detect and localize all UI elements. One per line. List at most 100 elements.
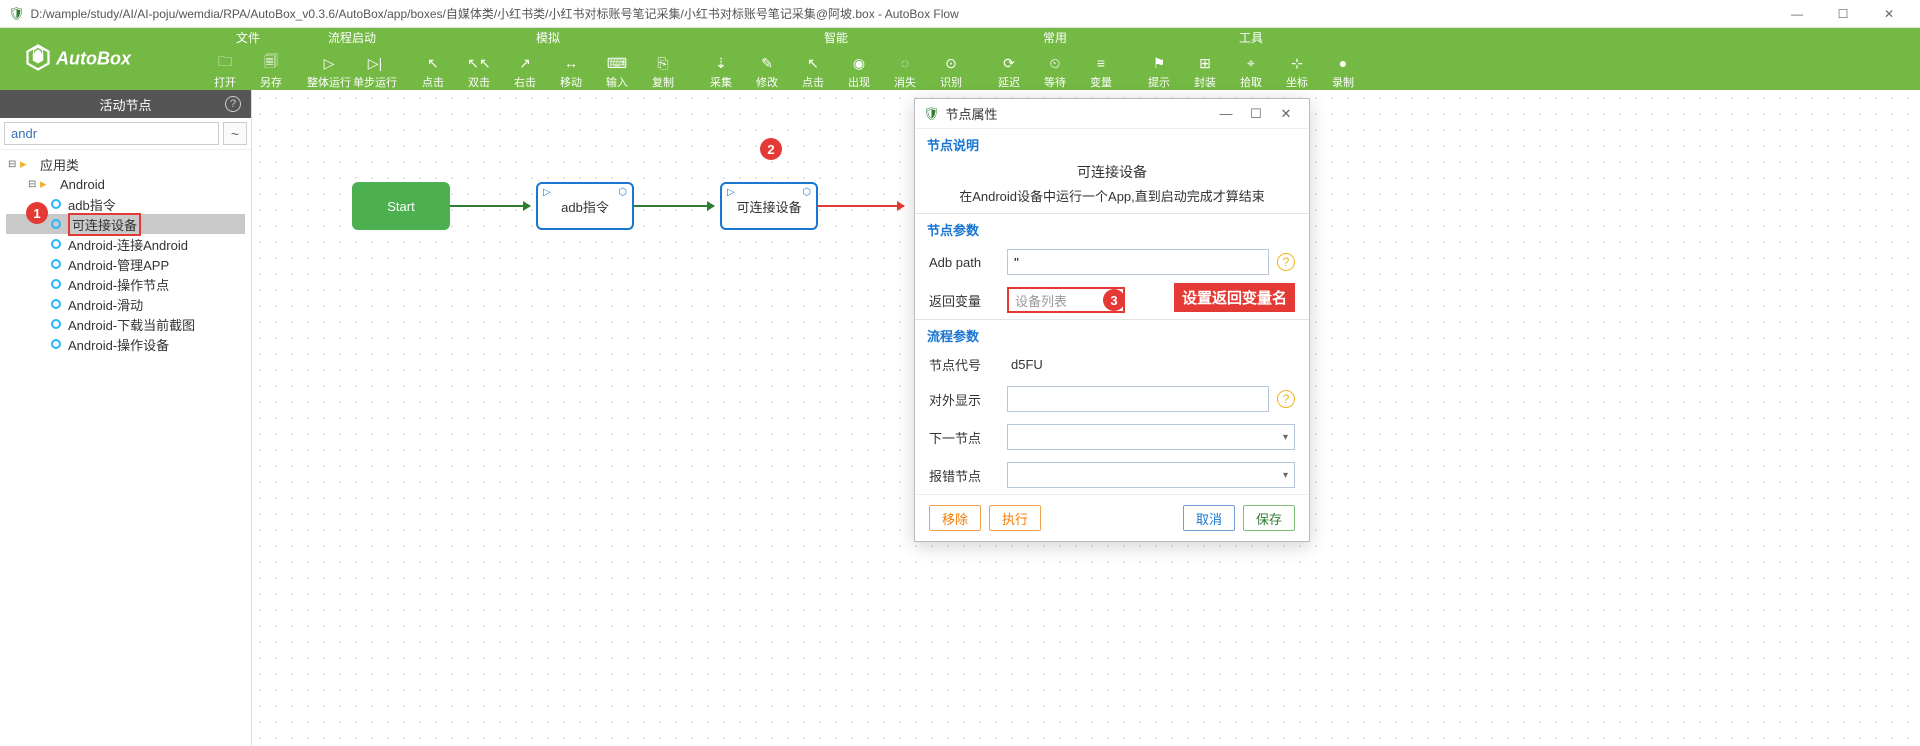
panel-node-name: 可连接设备 [915,158,1309,184]
tree-item-label: Android-管理APP [68,255,169,274]
toolbar-button-录制[interactable]: ●录制 [1320,48,1366,90]
toolbar-group-label: 文件 [202,28,294,48]
help-icon[interactable]: ? [1277,253,1295,271]
toolbar-button-打开[interactable]: 🗀打开 [202,48,248,90]
execute-button[interactable]: 执行 [989,505,1041,531]
adb-path-input[interactable] [1007,249,1269,275]
help-icon[interactable]: ? [225,96,241,112]
toolbar-button-识别[interactable]: ⊙识别 [928,48,974,90]
shield-icon: 🛡 [923,106,940,122]
toolbar-button-提示[interactable]: ⚑提示 [1136,48,1182,90]
panel-maximize-button[interactable]: ☐ [1241,106,1271,122]
sidebar-search: ~ [0,118,251,150]
toolbar-button-移动[interactable]: ↔移动 [548,48,594,90]
error-node-combo[interactable]: ▾ [1007,462,1295,488]
toolbar-button-label: 提示 [1148,74,1170,90]
section-heading-desc: 节点说明 [915,129,1309,158]
collapse-icon[interactable]: ⊟ [28,179,40,190]
toolbar-button-点击[interactable]: ↖点击 [410,48,456,90]
node-adb[interactable]: ▷ ⬡ adb指令 [536,182,634,230]
toolbar-icon: ◌ [901,54,909,72]
window-title: D:/wample/study/AI/AI-poju/wemdia/RPA/Au… [31,5,1774,22]
flow-arrow [450,205,530,207]
toolbar-button-复制[interactable]: ⎘复制 [640,48,686,90]
sidebar-header: 活动节点 ? [0,90,251,118]
toolbar-button-label: 坐标 [1286,74,1308,90]
minimize-button[interactable]: — [1774,0,1820,28]
toolbar-icon: ≡ [1097,54,1105,72]
toolbar-group-label: 模拟 [410,28,686,48]
search-input[interactable] [4,122,219,145]
tree-item[interactable]: Android-下载当前截图 [6,314,245,334]
toolbar-button-另存[interactable]: 🗐另存 [248,48,294,90]
tree-item-label: Android-连接Android [68,235,188,254]
toolbar-button-单步运行[interactable]: ▷|单步运行 [352,48,398,90]
toolbar-button-label: 点击 [802,74,824,90]
node-connectable[interactable]: ▷ ⬡ 可连接设备 [720,182,818,230]
node-start[interactable]: Start [352,182,450,230]
toolbar-button-label: 等待 [1044,74,1066,90]
collapse-icon[interactable]: ⊟ [8,159,20,170]
flow-row-display: 对外显示 ? [915,380,1309,418]
toolbar-button-输入[interactable]: ⌨输入 [594,48,640,90]
flow-arrow [634,205,714,207]
toolbar-button-出现[interactable]: ◉出现 [836,48,882,90]
tree-item[interactable]: Android-连接Android [6,234,245,254]
tree-folder-root[interactable]: ⊟ ▸ 应用类 [6,154,245,174]
toolbar-button-坐标[interactable]: ⊹坐标 [1274,48,1320,90]
toolbar-button-变量[interactable]: ≡ 变量 [1078,48,1124,90]
toolbar-button-label: 移动 [560,74,582,90]
toolbar-button-封装[interactable]: ⊞封装 [1182,48,1228,90]
toolbar-button-双击[interactable]: ↖↖双击 [456,48,502,90]
toolbar-icon: ⌖ [1247,54,1255,72]
panel-titlebar[interactable]: 🛡 节点属性 — ☐ ✕ [915,99,1309,129]
save-button[interactable]: 保存 [1243,505,1295,531]
tree-folder-android[interactable]: ⊟ ▸ Android [6,174,245,194]
toolbar-button-修改[interactable]: ✎修改 [744,48,790,90]
next-node-combo[interactable]: ▾ [1007,424,1295,450]
panel-footer: 移除 执行 取消 保存 [915,494,1309,541]
param-row-returnvar: 返回变量 设备列表 3 设置返回变量名 [915,281,1309,319]
main-toolbar: AutoBox 文件🗀打开🗐另存流程启动▷整体运行▷|单步运行模拟↖点击↖↖双击… [0,28,1920,90]
toolbar-button-整体运行[interactable]: ▷整体运行 [306,48,352,90]
remove-button[interactable]: 移除 [929,505,981,531]
toolbar-button-拾取[interactable]: ⌖拾取 [1228,48,1274,90]
window-titlebar: 🛡 D:/wample/study/AI/AI-poju/wemdia/RPA/… [0,0,1920,28]
tree-item[interactable]: Android-操作设备 [6,334,245,354]
maximize-button[interactable]: ☐ [1820,0,1866,28]
panel-close-button[interactable]: ✕ [1271,106,1301,122]
param-label: 下一节点 [929,428,999,447]
toolbar-button-label: 整体运行 [307,74,351,90]
toolbar-button-label: 打开 [214,74,236,90]
toolbar-icon: 🗐 [264,54,278,72]
param-label: 节点代号 [929,355,999,374]
toolbar-icon: ↖↖ [467,54,490,72]
cancel-button[interactable]: 取消 [1183,505,1235,531]
tree-item[interactable]: Android-管理APP [6,254,245,274]
tree-item[interactable]: Android-操作节点 [6,274,245,294]
tree-item[interactable]: Android-滑动 [6,294,245,314]
toolbar-icon: ⎘ [657,54,668,72]
panel-minimize-button[interactable]: — [1211,106,1241,121]
port-out-icon[interactable]: ⬡ [618,187,627,198]
toolbar-icon: ⊙ [945,54,957,72]
toolbar-button-点击[interactable]: ↖点击 [790,48,836,90]
help-icon[interactable]: ? [1277,390,1295,408]
param-label: Adb path [929,255,999,270]
toolbar-button-消失[interactable]: ◌消失 [882,48,928,90]
close-button[interactable]: ✕ [1866,0,1912,28]
toolbar-button-等待[interactable]: ⏲等待 [1032,48,1078,90]
toolbar-icon: ⇣ [715,54,727,72]
return-var-combo[interactable]: 设备列表 3 [1007,287,1125,313]
node-tree: ⊟ ▸ 应用类 ⊟ ▸ Android adb指令 可连接设备 Android-… [0,150,251,358]
port-in-icon[interactable]: ▷ [727,187,735,198]
port-in-icon[interactable]: ▷ [543,187,551,198]
display-input[interactable] [1007,386,1269,412]
toolbar-button-延迟[interactable]: ⟳延迟 [986,48,1032,90]
toolbar-button-右击[interactable]: ↗右击 [502,48,548,90]
flow-arrow-error [818,205,904,207]
toolbar-button-label: 变量 [1090,74,1112,90]
search-toggle-button[interactable]: ~ [223,122,247,145]
port-out-icon[interactable]: ⬡ [802,187,811,198]
toolbar-button-采集[interactable]: ⇣采集 [698,48,744,90]
